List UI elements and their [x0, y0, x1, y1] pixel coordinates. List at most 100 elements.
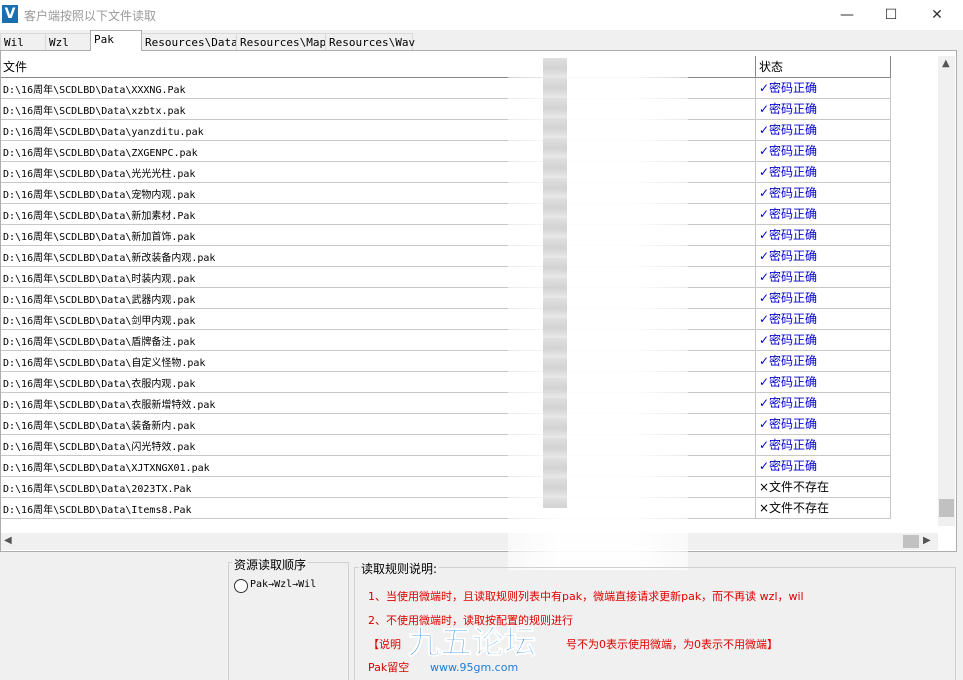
status-cell: ✓密码正确 [755, 99, 889, 119]
file-path-cell: D:\16周年\SCDLBD\Data\衣服新增特效.pak [3, 400, 216, 411]
file-path-cell: D:\16周年\SCDLBD\Data\盾牌备注.pak [3, 337, 196, 348]
table-row[interactable]: D:\16周年\SCDLBD\Data\XJTXNGX01.pak ✓密码正确 [1, 456, 891, 477]
table-row[interactable]: D:\16周年\SCDLBD\Data\xzbtx.pak ✓密码正确 [1, 99, 891, 120]
title-bar: V 客户端按照以下文件读取 — ☐ ✕ [0, 0, 963, 30]
status-cell: ×文件不存在 [755, 477, 889, 497]
tab-strip: Wil Wzl Pak Resources\Data Resources\Map… [0, 30, 963, 51]
status-cell: ✓密码正确 [755, 372, 889, 392]
file-path-cell: D:\16周年\SCDLBD\Data\ZXGENPC.pak [3, 148, 198, 159]
status-cell: ✓密码正确 [755, 267, 889, 287]
app-icon: V [2, 5, 18, 23]
status-cell: ✓密码正确 [755, 414, 889, 434]
file-path-cell: D:\16周年\SCDLBD\Data\XXXNG.Pak [3, 85, 186, 96]
file-path-cell: D:\16周年\SCDLBD\Data\光光光柱.pak [3, 169, 196, 180]
file-path-cell: D:\16周年\SCDLBD\Data\武器内观.pak [3, 295, 196, 306]
table-row[interactable]: D:\16周年\SCDLBD\Data\时装内观.pak ✓密码正确 [1, 267, 891, 288]
file-table[interactable]: 文件 状态 D:\16周年\SCDLBD\Data\XXXNG.Pak ✓密码正确… [1, 56, 891, 519]
table-row[interactable]: D:\16周年\SCDLBD\Data\衣服新增特效.pak ✓密码正确 [1, 393, 891, 414]
status-cell: ✓密码正确 [755, 225, 889, 245]
vertical-scrollbar[interactable]: ▲ [938, 56, 955, 526]
status-cell: ✓密码正确 [755, 456, 889, 476]
tab-wzl[interactable]: Wzl [45, 33, 91, 50]
status-cell: ✓密码正确 [755, 435, 889, 455]
file-path-cell: D:\16周年\SCDLBD\Data\yanzditu.pak [3, 127, 204, 138]
table-row[interactable]: D:\16周年\SCDLBD\Data\盾牌备注.pak ✓密码正确 [1, 330, 891, 351]
file-path-cell: D:\16周年\SCDLBD\Data\衣服内观.pak [3, 379, 196, 390]
file-path-cell: D:\16周年\SCDLBD\Data\宠物内观.pak [3, 190, 196, 201]
status-cell: ✓密码正确 [755, 204, 889, 224]
svg-text:九五论坛: 九五论坛 [408, 623, 536, 661]
table-row[interactable]: D:\16周年\SCDLBD\Data\新加首饰.pak ✓密码正确 [1, 225, 891, 246]
scroll-up-icon[interactable]: ▲ [942, 58, 950, 69]
file-path-cell: D:\16周年\SCDLBD\Data\闪光特效.pak [3, 442, 196, 453]
table-row[interactable]: D:\16周年\SCDLBD\Data\Items8.Pak ×文件不存在 [1, 498, 891, 519]
forum-watermark-logo: 九五论坛 www.95gm.com [408, 623, 537, 675]
tab-resources-data[interactable]: Resources\Data [141, 33, 238, 50]
read-order-title: 资源读取顺序 [232, 556, 309, 573]
table-row[interactable]: D:\16周年\SCDLBD\Data\新改装备内观.pak ✓密码正确 [1, 246, 891, 267]
status-cell: ✓密码正确 [755, 78, 889, 98]
file-path-cell: D:\16周年\SCDLBD\Data\xzbtx.pak [3, 106, 186, 117]
status-cell: ✓密码正确 [755, 351, 889, 371]
status-cell: ✓密码正确 [755, 288, 889, 308]
rule-line-3a: 【说明 [368, 638, 401, 651]
status-cell: ✓密码正确 [755, 246, 889, 266]
column-header-status[interactable]: 状态 [759, 58, 783, 75]
file-path-cell: D:\16周年\SCDLBD\Data\新加素材.Pak [3, 211, 196, 222]
read-order-option-label[interactable]: Pak→Wzl→Wil [250, 579, 316, 590]
scroll-left-icon[interactable]: ◀ [4, 535, 12, 546]
tab-resources-wav[interactable]: Resources\Wav [325, 33, 415, 50]
table-row[interactable]: D:\16周年\SCDLBD\Data\新加素材.Pak ✓密码正确 [1, 204, 891, 225]
table-row[interactable]: D:\16周年\SCDLBD\Data\光光光柱.pak ✓密码正确 [1, 162, 891, 183]
blurred-region [508, 55, 688, 570]
table-row[interactable]: D:\16周年\SCDLBD\Data\自定义怪物.pak ✓密码正确 [1, 351, 891, 372]
tab-wil[interactable]: Wil [0, 33, 46, 50]
file-path-cell: D:\16周年\SCDLBD\Data\新加首饰.pak [3, 232, 196, 243]
tab-resources-map[interactable]: Resources\Map [236, 33, 326, 50]
file-path-cell: D:\16周年\SCDLBD\Data\新改装备内观.pak [3, 253, 216, 264]
tab-panel: 文件 状态 D:\16周年\SCDLBD\Data\XXXNG.Pak ✓密码正确… [0, 50, 957, 552]
file-path-cell: D:\16周年\SCDLBD\Data\Items8.Pak [3, 505, 192, 516]
column-header-file[interactable]: 文件 [3, 58, 27, 75]
status-cell: ✓密码正确 [755, 309, 889, 329]
file-path-cell: D:\16周年\SCDLBD\Data\剑甲内观.pak [3, 316, 196, 327]
vertical-scroll-thumb[interactable] [939, 499, 954, 517]
status-cell: ✓密码正确 [755, 330, 889, 350]
file-path-cell: D:\16周年\SCDLBD\Data\2023TX.Pak [3, 484, 192, 495]
status-cell: ✓密码正确 [755, 393, 889, 413]
table-row[interactable]: D:\16周年\SCDLBD\Data\ZXGENPC.pak ✓密码正确 [1, 141, 891, 162]
status-cell: ✓密码正确 [755, 141, 889, 161]
svg-text:www.95gm.com: www.95gm.com [430, 661, 518, 674]
table-row[interactable]: D:\16周年\SCDLBD\Data\闪光特效.pak ✓密码正确 [1, 435, 891, 456]
minimize-button[interactable]: — [824, 0, 870, 30]
rule-line-3b: 号不为0表示使用微端，为0表示不用微端】 [566, 638, 778, 651]
window-title: 客户端按照以下文件读取 [24, 9, 157, 23]
blurred-content [543, 58, 567, 508]
close-button[interactable]: ✕ [914, 0, 960, 30]
scroll-right-icon[interactable]: ▶ [923, 535, 931, 546]
read-order-radio[interactable] [234, 579, 248, 593]
table-row[interactable]: D:\16周年\SCDLBD\Data\衣服内观.pak ✓密码正确 [1, 372, 891, 393]
status-cell: ✓密码正确 [755, 162, 889, 182]
table-row[interactable]: D:\16周年\SCDLBD\Data\装备新内.pak ✓密码正确 [1, 414, 891, 435]
file-path-cell: D:\16周年\SCDLBD\Data\自定义怪物.pak [3, 358, 206, 369]
status-cell: ×文件不存在 [755, 498, 889, 518]
table-row[interactable]: D:\16周年\SCDLBD\Data\宠物内观.pak ✓密码正确 [1, 183, 891, 204]
table-row[interactable]: D:\16周年\SCDLBD\Data\武器内观.pak ✓密码正确 [1, 288, 891, 309]
rule-line-1: 1、当使用微端时，且读取规则列表中有pak，微端直接请求更新pak，而不再读 w… [368, 590, 804, 603]
rules-title: 读取规则说明: [359, 560, 440, 577]
table-row[interactable]: D:\16周年\SCDLBD\Data\剑甲内观.pak ✓密码正确 [1, 309, 891, 330]
status-cell: ✓密码正确 [755, 183, 889, 203]
table-row[interactable]: D:\16周年\SCDLBD\Data\yanzditu.pak ✓密码正确 [1, 120, 891, 141]
file-path-cell: D:\16周年\SCDLBD\Data\装备新内.pak [3, 421, 196, 432]
file-path-cell: D:\16周年\SCDLBD\Data\时装内观.pak [3, 274, 196, 285]
table-row[interactable]: D:\16周年\SCDLBD\Data\2023TX.Pak ×文件不存在 [1, 477, 891, 498]
file-path-cell: D:\16周年\SCDLBD\Data\XJTXNGX01.pak [3, 463, 210, 474]
table-row[interactable]: D:\16周年\SCDLBD\Data\XXXNG.Pak ✓密码正确 [1, 78, 891, 99]
horizontal-scrollbar[interactable]: ◀ ▶ [1, 533, 938, 550]
maximize-button[interactable]: ☐ [868, 0, 914, 30]
tab-pak[interactable]: Pak [90, 30, 142, 51]
status-cell: ✓密码正确 [755, 120, 889, 140]
horizontal-scroll-thumb[interactable] [903, 535, 919, 548]
table-header: 文件 状态 [1, 56, 891, 78]
